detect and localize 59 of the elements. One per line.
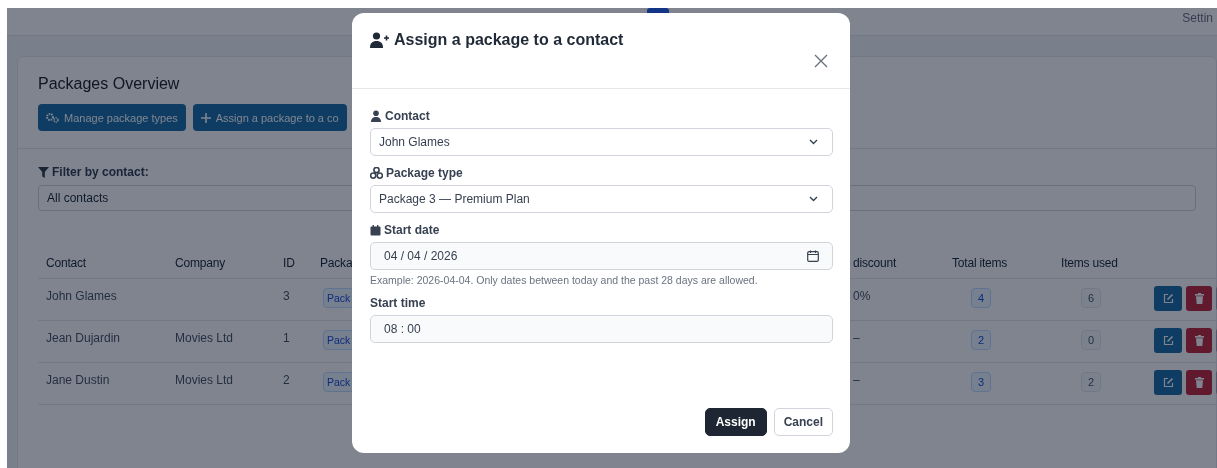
field-label: Start date	[384, 223, 440, 237]
delete-button[interactable]	[1186, 286, 1212, 311]
plus-icon	[200, 112, 211, 123]
select-field[interactable]: Package 3 — Premium Plan	[370, 185, 833, 213]
table-cell: Movies Ltd	[167, 363, 275, 405]
calendar-icon[interactable]	[807, 250, 819, 262]
field-label: Package type	[386, 166, 463, 180]
cubes-icon	[370, 167, 383, 179]
filter-label: Filter by contact:	[52, 165, 149, 179]
cancel-button[interactable]: Cancel	[773, 408, 833, 436]
user-plus-icon	[370, 32, 390, 48]
column-header: Company	[167, 247, 275, 279]
table-cell: 3	[275, 279, 315, 321]
table-cell: Movies Ltd	[167, 321, 275, 363]
trash-icon	[1194, 335, 1204, 346]
assign-button[interactable]: Assign	[704, 408, 767, 436]
count-badge: 4	[971, 288, 992, 308]
calendar-icon	[370, 224, 381, 236]
close-icon	[814, 54, 828, 68]
field-label: Start time	[370, 296, 426, 310]
column-header: ID	[275, 247, 315, 279]
date-field[interactable]: 04 / 04 / 2026	[370, 242, 833, 270]
package-tag: Pack	[323, 330, 355, 350]
column-header: Total items	[944, 247, 1053, 279]
chevron-down-icon	[809, 196, 818, 202]
delete-button[interactable]	[1186, 328, 1212, 353]
time-field[interactable]: 08 : 00	[370, 315, 833, 343]
select-field[interactable]: John Glames	[370, 128, 833, 156]
gears-icon	[46, 112, 59, 123]
column-header: Contact	[38, 247, 167, 279]
count-badge: 3	[971, 372, 992, 392]
table-cell: 1	[275, 321, 315, 363]
edit-button[interactable]	[1154, 370, 1182, 395]
field-label: Contact	[385, 109, 430, 123]
card-title: Packages Overview	[38, 75, 181, 93]
user-icon	[370, 110, 382, 122]
package-tag: Pack	[323, 372, 355, 392]
count-badge: 0	[1081, 330, 1102, 350]
column-header: Items used	[1053, 247, 1146, 279]
edit-button[interactable]	[1154, 286, 1182, 311]
edit-button[interactable]	[1154, 328, 1182, 353]
table-cell: Jean Dujardin	[38, 321, 167, 363]
edit-icon	[1162, 377, 1174, 388]
edit-icon	[1162, 335, 1174, 346]
chevron-down-icon	[809, 139, 818, 145]
close-button[interactable]	[814, 54, 830, 70]
package-tag: Pack	[323, 288, 355, 308]
count-badge: 2	[1081, 372, 1102, 392]
count-badge: 6	[1081, 288, 1102, 308]
table-cell: 2	[275, 363, 315, 405]
trash-icon	[1194, 293, 1204, 304]
trash-icon	[1194, 377, 1204, 388]
table-cell: Jane Dustin	[38, 363, 167, 405]
edit-icon	[1162, 293, 1174, 304]
dialog-title: Assign a package to a contact	[394, 31, 624, 49]
delete-button[interactable]	[1186, 370, 1212, 395]
table-cell: John Glames	[38, 279, 167, 321]
count-badge: 2	[971, 330, 992, 350]
filter-icon	[38, 166, 49, 178]
